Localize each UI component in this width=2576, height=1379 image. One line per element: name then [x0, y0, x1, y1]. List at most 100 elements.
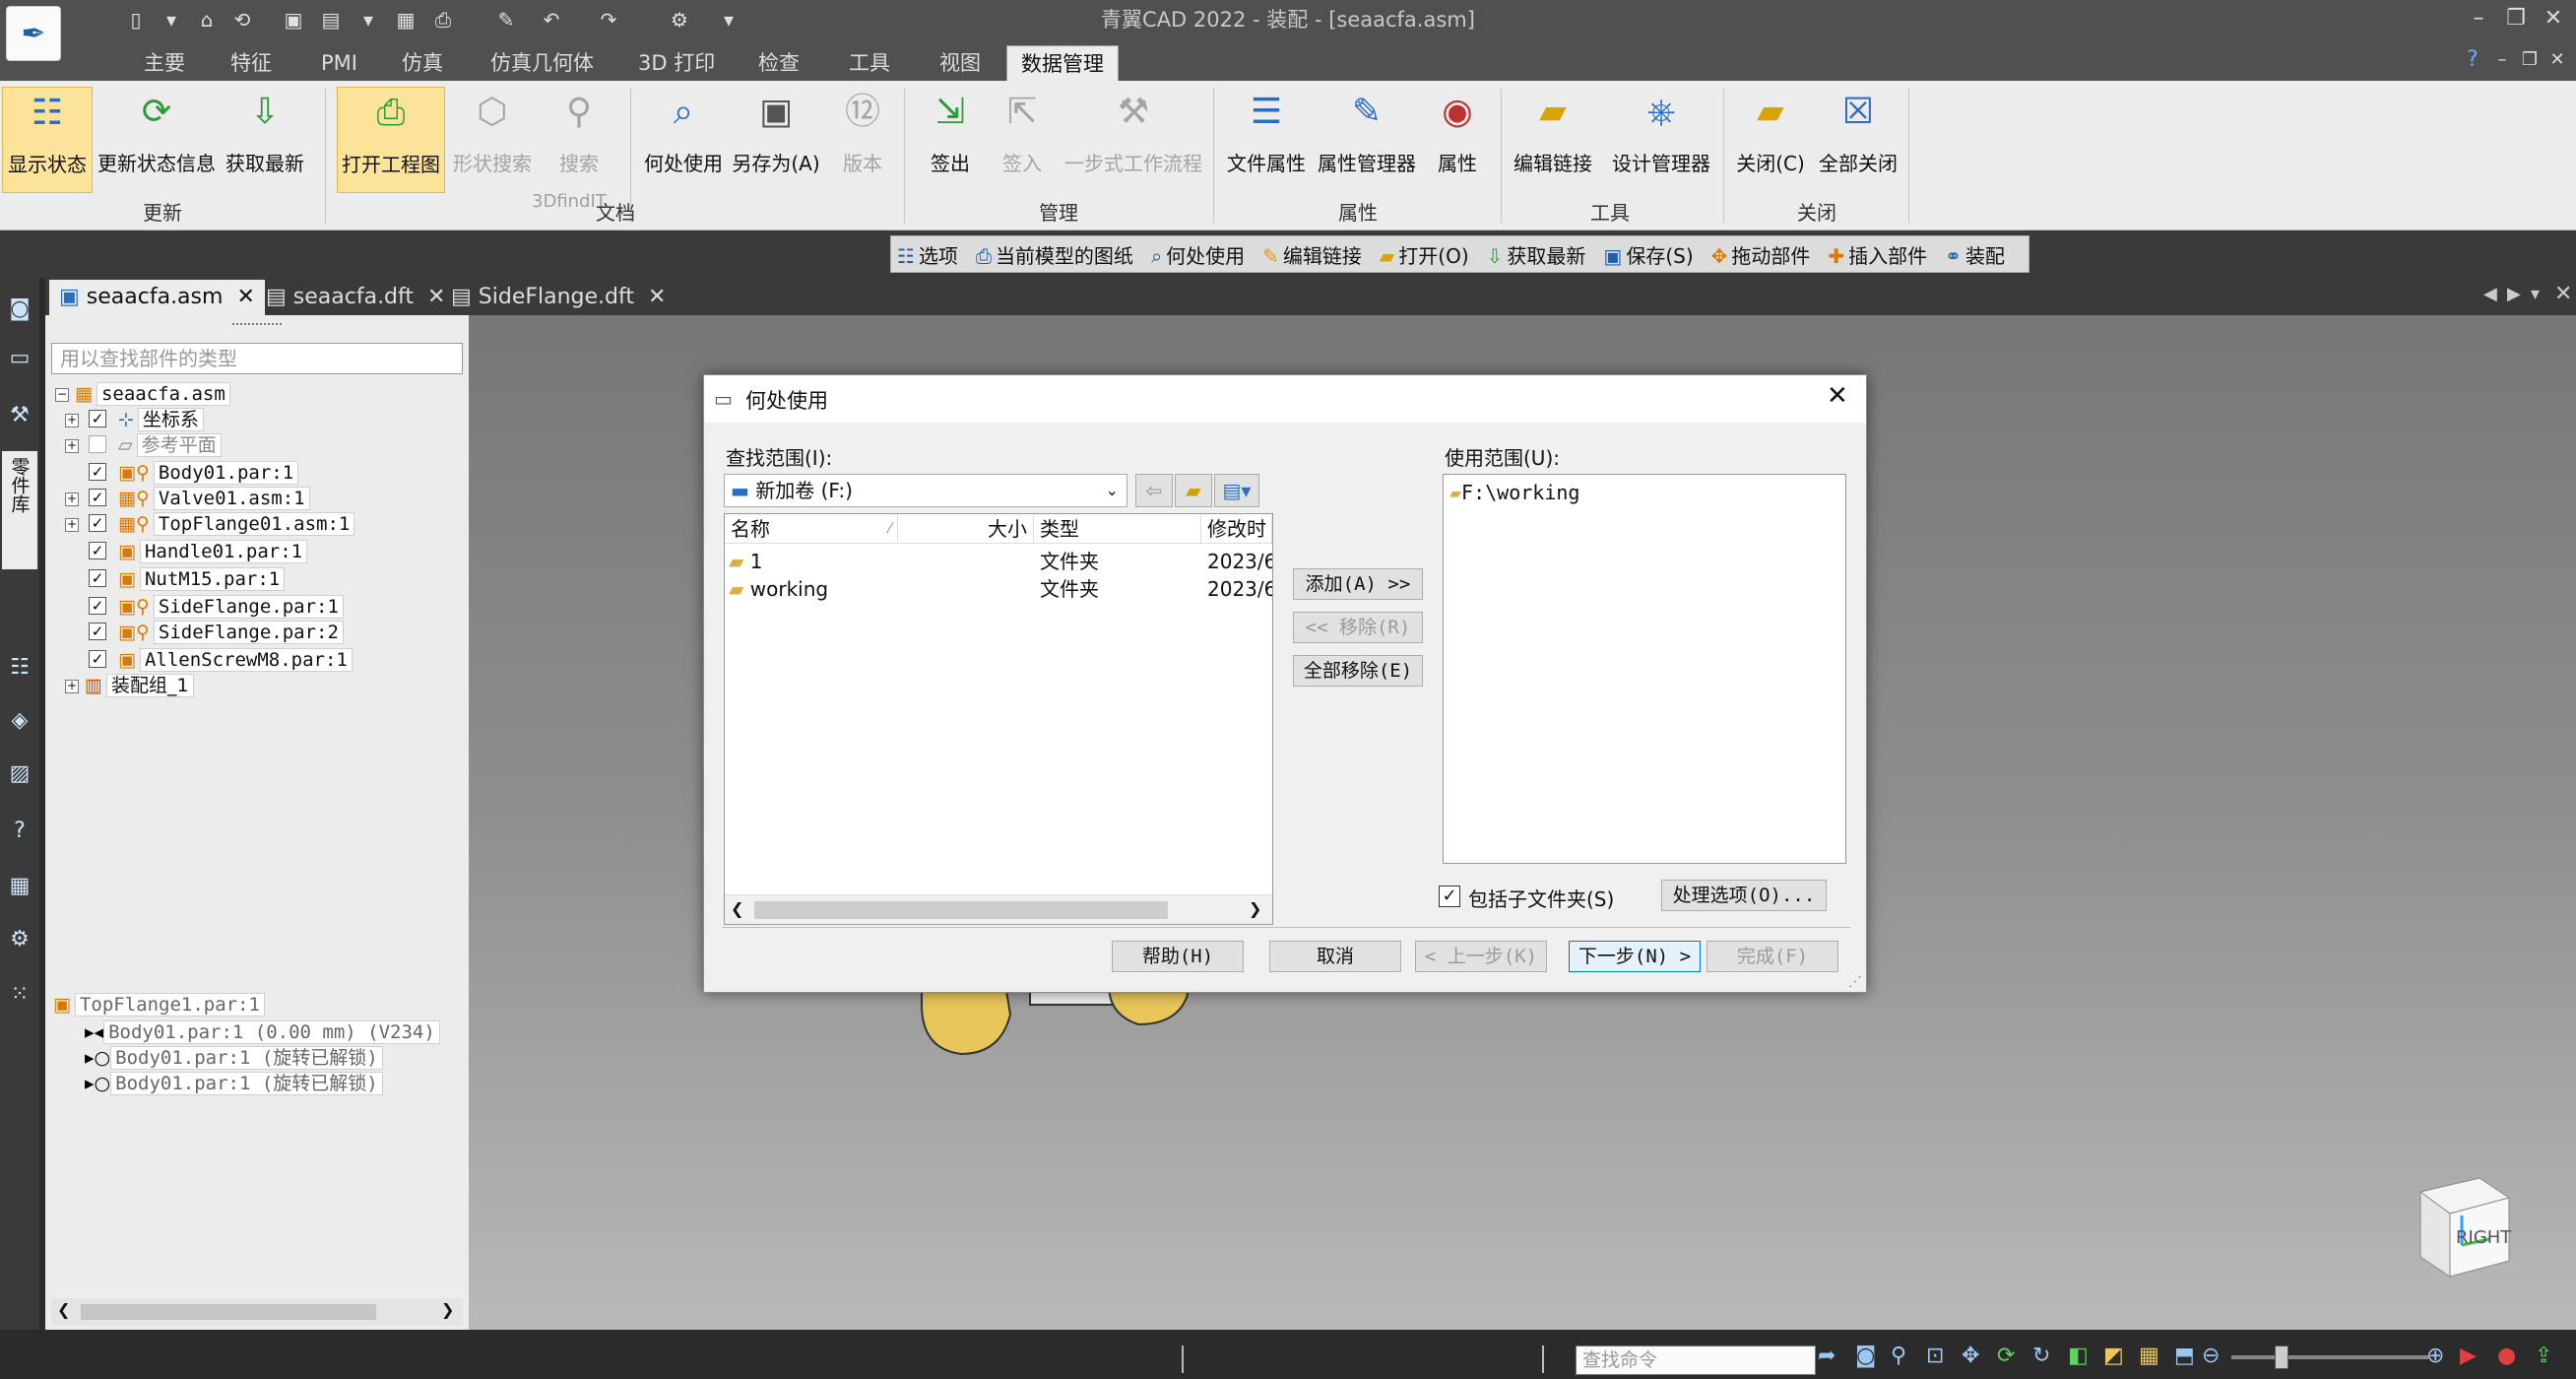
customize-quick-access-icon[interactable]: ▾: [715, 6, 742, 33]
tree-node-allenscrewm8[interactable]: ▣ AllenScrewM8.par:1: [118, 648, 353, 672]
column-header-name[interactable]: 名称 ⁄: [725, 514, 898, 544]
more-icon[interactable]: ⁙: [4, 979, 35, 1011]
zoom-icon[interactable]: ⚲: [1891, 1344, 1906, 1368]
tab-scroll-left-icon[interactable]: ◀: [2483, 284, 2497, 304]
cmd-options[interactable]: ☷ 选项: [897, 240, 958, 269]
help-button[interactable]: 帮助(H): [1112, 941, 1244, 972]
rotate-icon[interactable]: ⟳: [1997, 1344, 2015, 1368]
tab-simulation-geometry[interactable]: 仿真几何体: [477, 45, 608, 81]
process-options-button[interactable]: 处理选项(O)...: [1661, 880, 1827, 911]
tree-node-root[interactable]: ▦ seaacfa.asm: [75, 382, 230, 406]
workflow-button[interactable]: ⚒ 一步式工作流程: [1062, 87, 1205, 193]
file-list-scrollbar[interactable]: ❮ ❯: [725, 894, 1272, 924]
tree-node-assembly-group[interactable]: ▥ 装配组_1: [85, 674, 194, 697]
visibility-checkbox[interactable]: ✓: [89, 597, 106, 615]
tab-view[interactable]: 视图: [926, 45, 995, 81]
new-file-icon[interactable]: ▯: [122, 6, 150, 33]
doc-tab-seaacfa-dft[interactable]: ▤ seaacfa.dft ✕: [256, 280, 455, 315]
tab-data-management[interactable]: 数据管理: [1006, 45, 1119, 81]
tree-node-sideflange-2[interactable]: ▣⚲ SideFlange.par:2: [118, 621, 344, 644]
open-recent-icon[interactable]: ⟲: [228, 6, 256, 33]
tree-node-valve01[interactable]: ▦⚲ Valve01.asm:1: [118, 487, 310, 510]
add-button[interactable]: 添加(A) >>: [1293, 568, 1423, 600]
properties-button[interactable]: ◉ 属性: [1424, 87, 1491, 193]
get-latest-button[interactable]: ⇩ 获取最新: [221, 87, 309, 193]
column-header-size[interactable]: 大小: [898, 514, 1034, 544]
column-header-modified[interactable]: 修改时: [1201, 514, 1272, 544]
cmd-save[interactable]: ▣ 保存(S): [1603, 240, 1693, 269]
app-logo-icon[interactable]: ✒: [6, 6, 61, 61]
visibility-checkbox[interactable]: [89, 435, 106, 453]
visibility-checkbox[interactable]: ✓: [89, 489, 106, 506]
design-manager-button[interactable]: ⎈ 设计管理器: [1607, 87, 1715, 193]
tab-list-icon[interactable]: ▾: [2531, 284, 2540, 304]
expand-icon[interactable]: +: [65, 492, 79, 506]
minimize-icon[interactable]: –: [2462, 4, 2495, 33]
update-status-button[interactable]: ⟳ 更新状态信息: [95, 87, 219, 193]
file-list[interactable]: 名称 ⁄ 大小 类型 修改时 ▰ 1 文件夹 2023/6 ▰ working 文…: [724, 513, 1273, 925]
video-icon[interactable]: ▶: [2460, 1344, 2477, 1368]
pane-horizontal-scrollbar[interactable]: ❮ ❯: [51, 1298, 463, 1326]
next-button[interactable]: 下一步(N) >: [1569, 941, 1701, 972]
column-header-type[interactable]: 类型: [1034, 514, 1201, 544]
search-3dfindit-button[interactable]: ⚲ 搜索 3DfindIT: [532, 87, 618, 212]
part-library-tab[interactable]: 零件库: [2, 451, 37, 569]
close-all-tabs-icon[interactable]: ✕: [2554, 282, 2572, 306]
expand-icon[interactable]: +: [65, 439, 79, 453]
cmd-assemble[interactable]: ⚭ 装配: [1945, 240, 2005, 269]
scroll-left-icon[interactable]: ❮: [57, 1300, 70, 1319]
spin-icon[interactable]: ↻: [2032, 1344, 2050, 1368]
view-menu-button[interactable]: ▤▾: [1214, 474, 1259, 507]
remove-all-button[interactable]: 全部移除(E): [1293, 655, 1423, 687]
tab-scroll-right-icon[interactable]: ▶: [2507, 284, 2521, 304]
zoom-area-icon[interactable]: ◙: [1855, 1344, 1876, 1368]
pane-grip[interactable]: [232, 323, 282, 327]
doc-tab-sideflange-dft[interactable]: ▤ SideFlange.dft ✕: [441, 280, 676, 315]
tree-node-coordinate-systems[interactable]: ⊹ 坐标系: [118, 408, 204, 431]
section-icon[interactable]: ⬒: [2174, 1344, 2195, 1368]
include-subfolders-checkbox[interactable]: ✓: [1439, 886, 1460, 907]
settings-icon[interactable]: ⚙: [4, 924, 35, 955]
tree-node-sideflange-1[interactable]: ▣⚲ SideFlange.par:1: [118, 595, 344, 619]
display-status-button[interactable]: ☷ 显示状态: [2, 87, 93, 193]
check-out-button[interactable]: ⇲ 签出: [912, 87, 989, 193]
macro-icon[interactable]: ⚙: [666, 6, 693, 33]
cancel-button[interactable]: 取消: [1269, 941, 1401, 972]
version-button[interactable]: ⑫ 版本: [825, 87, 900, 193]
camera-icon[interactable]: ◙: [4, 294, 35, 325]
tree-node-body01[interactable]: ▣⚲ Body01.par:1: [118, 461, 299, 485]
zoom-slider[interactable]: [2231, 1346, 2428, 1369]
list-item[interactable]: ▰F:\working: [1449, 479, 1579, 506]
close-tab-icon[interactable]: ✕: [236, 285, 254, 309]
fit-icon[interactable]: ⊡: [1926, 1344, 1944, 1368]
cmd-open[interactable]: ▰ 打开(O): [1380, 240, 1469, 269]
shading-icon[interactable]: ◩: [2103, 1344, 2124, 1368]
assembly-tree-icon[interactable]: ☷: [4, 652, 35, 684]
doc-tab-seaacfa-asm[interactable]: ▣ seaacfa.asm ✕: [49, 280, 265, 315]
relation-item[interactable]: ▸○ Body01.par:1 (旋转已解锁): [85, 1072, 383, 1095]
close-all-button[interactable]: ☒ 全部关闭: [1814, 87, 1902, 193]
dropdown-arrow-icon[interactable]: ▾: [158, 6, 185, 33]
visibility-checkbox[interactable]: ✓: [89, 410, 106, 427]
scroll-left-icon[interactable]: ❮: [731, 899, 743, 918]
tab-features[interactable]: 特征: [217, 45, 286, 81]
close-tab-icon[interactable]: ✕: [648, 285, 666, 309]
tree-node-nutm15[interactable]: ▣ NutM15.par:1: [118, 567, 286, 591]
lookin-select[interactable]: ▬ 新加卷 (F:) ⌄: [724, 474, 1127, 507]
undo-icon[interactable]: ↶: [538, 6, 565, 33]
redo-icon[interactable]: ↷: [595, 6, 622, 33]
visibility-checkbox[interactable]: ✓: [89, 514, 106, 532]
doc-close-icon[interactable]: ✕: [2541, 45, 2574, 75]
layers-icon[interactable]: ▭: [4, 343, 35, 374]
visibility-checkbox[interactable]: ✓: [89, 623, 106, 640]
zoom-in-icon[interactable]: ⊕: [2426, 1344, 2444, 1368]
tab-home[interactable]: 主要: [130, 45, 199, 81]
close-button[interactable]: ▰ 关闭(C): [1731, 87, 1810, 193]
help-icon[interactable]: ?: [4, 816, 35, 847]
view-cube[interactable]: RIGHT: [2403, 1170, 2517, 1284]
cmd-drag-component[interactable]: ✥ 拖动部件: [1711, 240, 1811, 269]
relations-title[interactable]: ▣ TopFlange1.par:1: [53, 993, 265, 1017]
paste-icon[interactable]: ✎: [492, 6, 520, 33]
color-manager-icon[interactable]: ▨: [4, 758, 35, 790]
record-icon[interactable]: ●: [2497, 1344, 2516, 1368]
